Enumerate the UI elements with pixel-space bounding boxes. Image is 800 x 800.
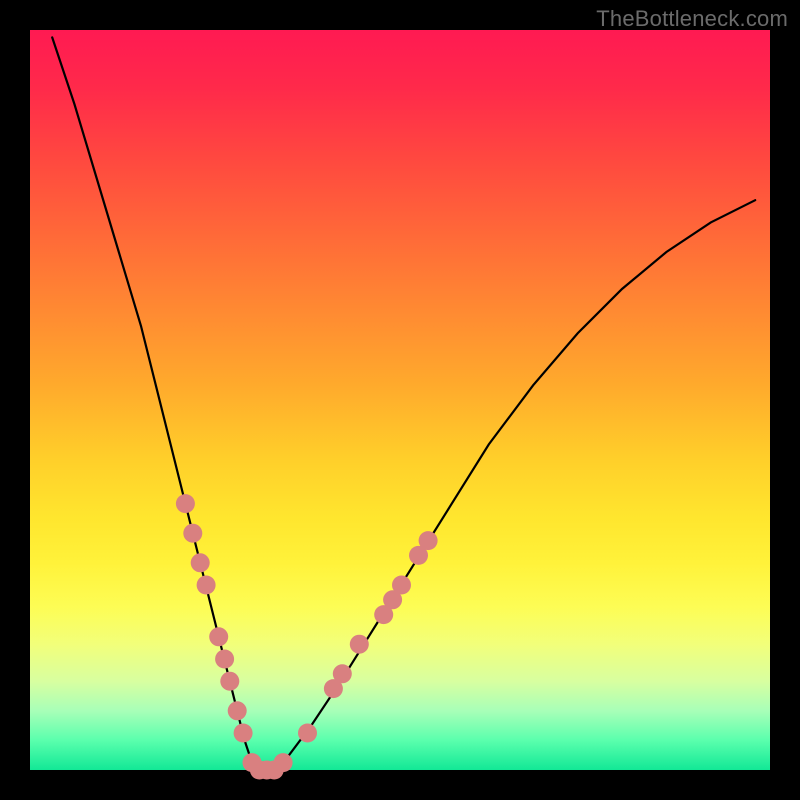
bead-point — [298, 724, 317, 743]
bead-point — [333, 664, 352, 683]
bead-point — [183, 524, 202, 543]
bead-point — [350, 635, 369, 654]
bead-point — [197, 576, 216, 595]
bead-point — [209, 627, 228, 646]
bead-point — [274, 753, 293, 772]
bead-point — [176, 494, 195, 513]
bottleneck-plot — [30, 30, 770, 770]
bead-point — [392, 576, 411, 595]
chart-area — [30, 30, 770, 770]
bead-point — [220, 672, 239, 691]
bead-point — [191, 553, 210, 572]
bead-point — [419, 531, 438, 550]
bead-group — [176, 494, 438, 779]
bead-point — [215, 650, 234, 669]
watermark: TheBottleneck.com — [596, 6, 788, 32]
bead-point — [228, 701, 247, 720]
bead-point — [234, 724, 253, 743]
bottleneck-curve — [52, 37, 755, 770]
